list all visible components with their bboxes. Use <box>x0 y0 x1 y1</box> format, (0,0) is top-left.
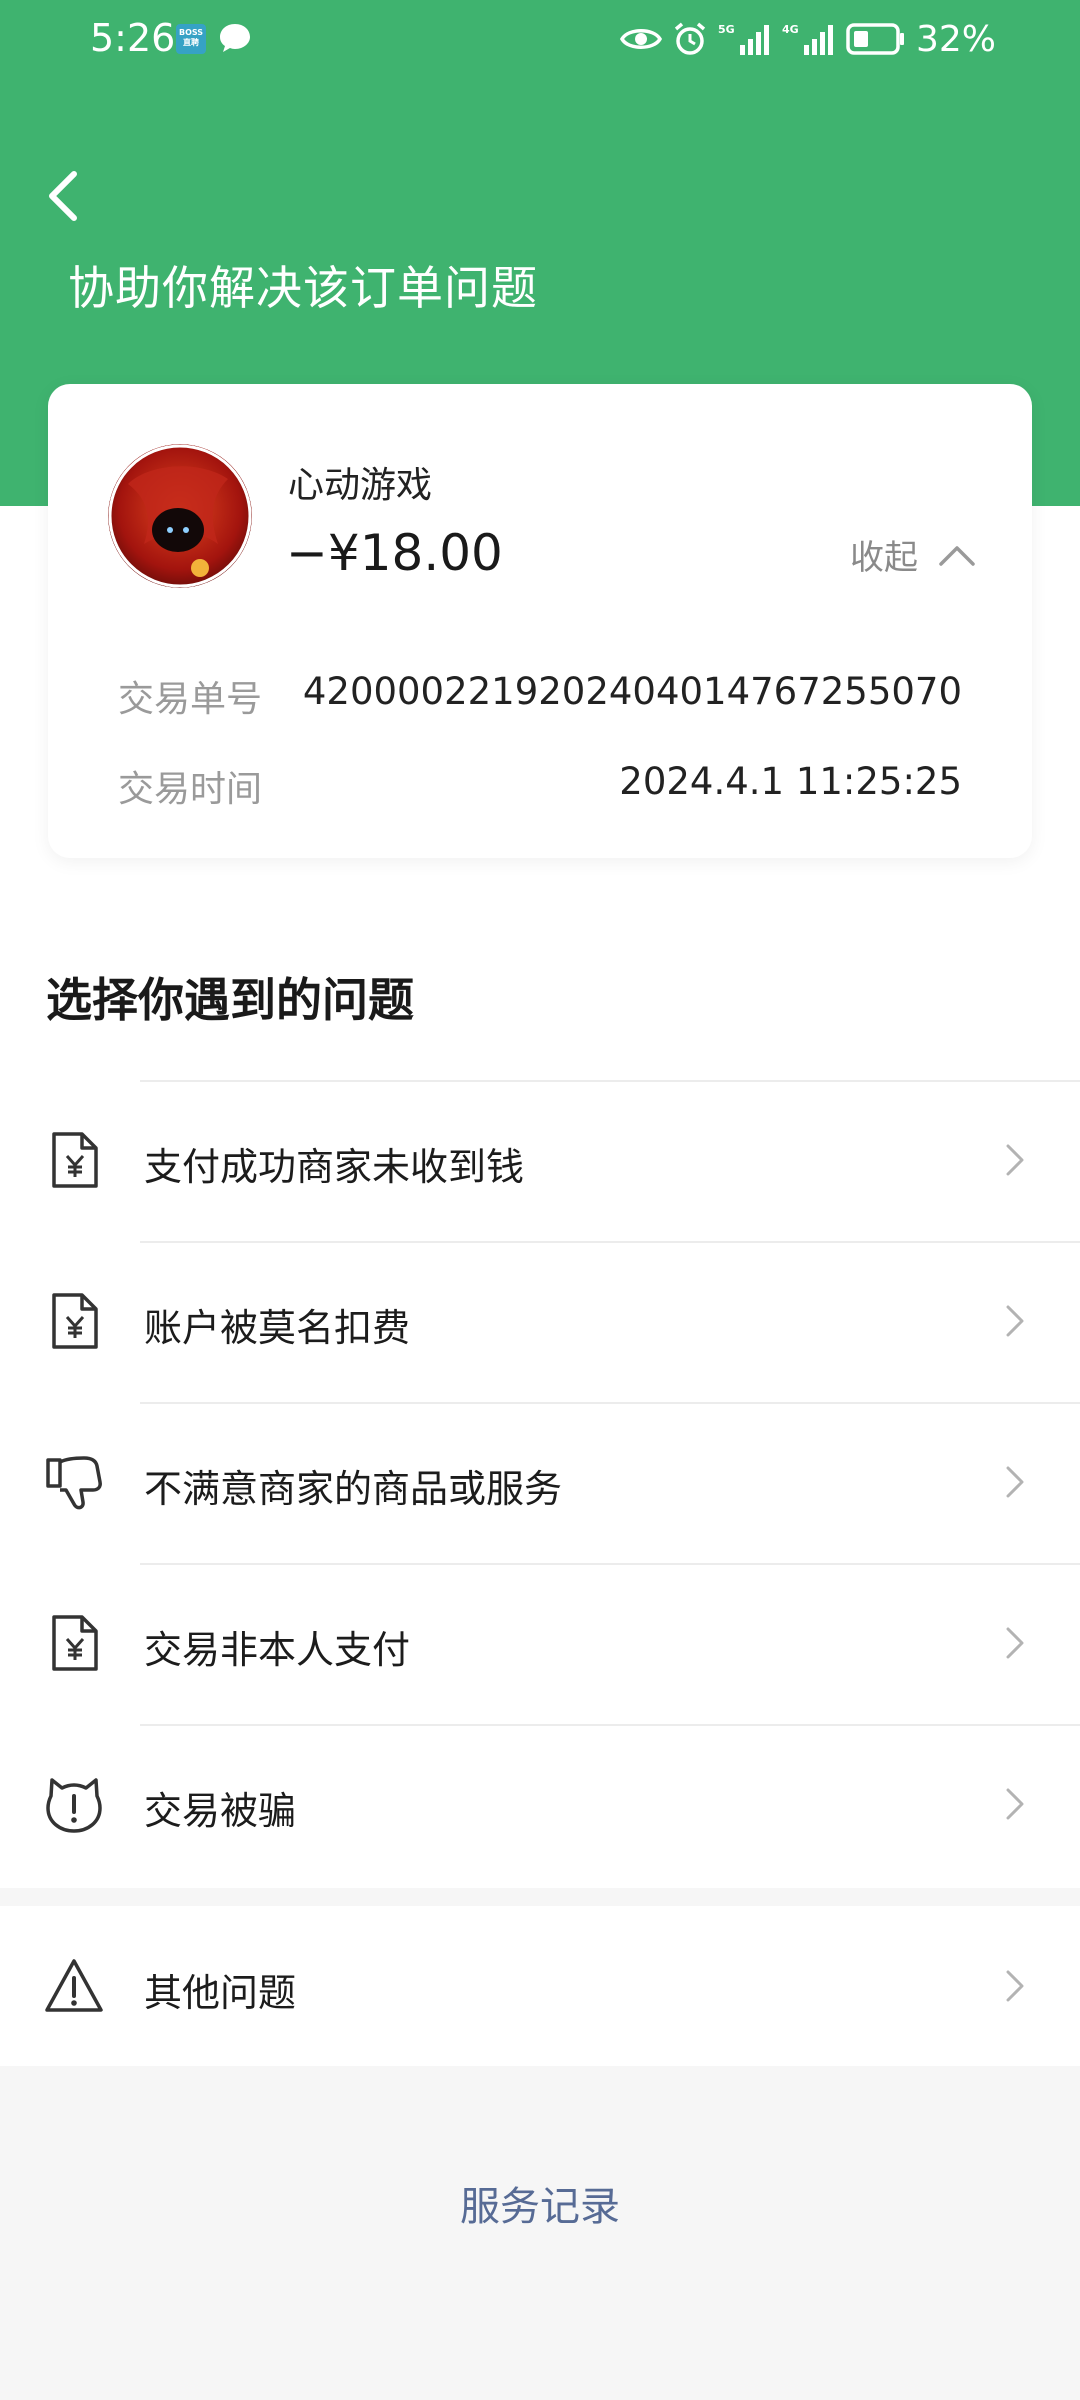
signal-4g-icon: 4G <box>782 23 833 55</box>
row-divider <box>140 1241 1080 1243</box>
signal-5g-icon: 5G <box>718 23 769 55</box>
merchant-avatar <box>108 444 252 588</box>
issue-label: 不满意商家的商品或服务 <box>144 1467 563 1511</box>
boss-app-icon: BOSS 直聘 <box>176 24 206 54</box>
back-arrow-icon[interactable] <box>40 166 90 226</box>
row-divider <box>140 1402 1080 1404</box>
chat-bubble-icon <box>220 24 250 52</box>
transaction-no-label: 交易单号 <box>118 679 263 720</box>
alarm-icon <box>674 22 706 55</box>
transaction-time-value: 2024.4.1 11:25:25 <box>619 760 962 803</box>
issue-label: 交易非本人支付 <box>144 1628 411 1672</box>
page-title: 协助你解决该订单问题 <box>68 261 538 315</box>
eye-icon <box>619 29 662 49</box>
issue-item-unexplained-charge[interactable]: 账户被莫名扣费 <box>0 1241 1080 1401</box>
battery-icon <box>846 23 904 55</box>
issue-label: 支付成功商家未收到钱 <box>144 1145 525 1189</box>
issue-item-unsatisfied-service[interactable]: 不满意商家的商品或服务 <box>0 1402 1080 1562</box>
chevron-right-icon <box>1006 1305 1024 1337</box>
thumbs-down-icon <box>46 1456 102 1510</box>
chevron-right-icon <box>1006 1627 1024 1659</box>
issue-label: 账户被莫名扣费 <box>144 1306 411 1350</box>
receipt-yuan-icon <box>52 1293 98 1349</box>
status-bar: 5:26 BOSS 直聘 5G 4G 32% <box>0 0 1080 80</box>
chevron-right-icon <box>1006 1788 1024 1820</box>
issues-section-title: 选择你遇到的问题 <box>46 973 414 1027</box>
alert-shield-icon <box>46 1778 102 1833</box>
issue-item-other[interactable]: 其他问题 <box>0 1906 1080 2066</box>
svg-text:5G: 5G <box>718 23 735 36</box>
chevron-up-icon <box>939 545 975 566</box>
chevron-right-icon <box>1006 1466 1024 1498</box>
row-divider <box>140 1724 1080 1726</box>
chevron-right-icon <box>1006 1144 1024 1176</box>
issue-label: 交易被骗 <box>144 1789 297 1833</box>
merchant-name: 心动游戏 <box>288 465 433 506</box>
issue-item-scammed[interactable]: 交易被骗 <box>0 1724 1080 1884</box>
order-amount: −¥18.00 <box>286 524 503 582</box>
warning-triangle-icon <box>45 1959 103 2012</box>
issue-item-payment-not-received[interactable]: 支付成功商家未收到钱 <box>0 1080 1080 1240</box>
battery-percentage: 32% <box>915 18 996 60</box>
status-time: 5:26 <box>90 16 176 60</box>
collapse-label: 收起 <box>850 538 918 578</box>
section-gap <box>0 1888 1080 1906</box>
collapse-toggle[interactable]: 收起 <box>850 530 976 579</box>
issue-item-not-paid-by-me[interactable]: 交易非本人支付 <box>0 1563 1080 1723</box>
transaction-no-value: 4200002219202404014767255070 <box>302 670 962 713</box>
receipt-yuan-icon <box>52 1132 98 1188</box>
issue-label: 其他问题 <box>144 1971 297 2015</box>
service-record-link[interactable]: 服务记录 <box>0 2174 1080 2232</box>
svg-text:4G: 4G <box>782 23 799 36</box>
order-card: 心动游戏 −¥18.00 收起 交易单号 4200002219202404014… <box>48 384 1032 858</box>
receipt-yuan-icon <box>52 1615 98 1671</box>
row-divider <box>140 1563 1080 1565</box>
row-divider <box>140 1080 1080 1082</box>
status-icons: 5G 4G 32% <box>619 14 996 64</box>
chevron-right-icon <box>1006 1970 1024 2002</box>
transaction-time-label: 交易时间 <box>118 769 263 810</box>
